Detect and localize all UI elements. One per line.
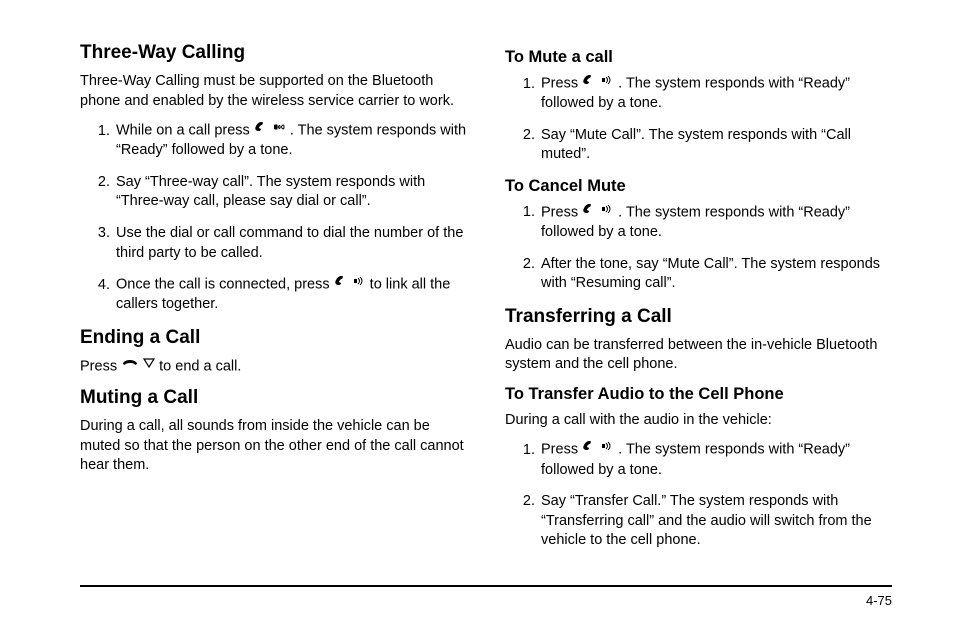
phone-icon — [582, 439, 596, 459]
voice-icon — [600, 439, 614, 459]
text: Once the call is connected, press — [116, 277, 334, 293]
page-content: Three-Way Calling Three-Way Calling must… — [0, 0, 954, 563]
down-triangle-icon — [143, 356, 155, 376]
mute-steps: Press . The system responds with “Ready”… — [505, 74, 892, 165]
text: Press — [80, 358, 121, 374]
cancel-mute-steps: Press . The system responds with “Ready”… — [505, 203, 892, 294]
list-item: Press . The system responds with “Ready”… — [539, 440, 892, 480]
right-column: To Mute a call Press . The system respon… — [505, 42, 892, 563]
list-item: Say “Three-way call”. The system respond… — [114, 173, 467, 212]
list-item: After the tone, say “Mute Call”. The sys… — [539, 255, 892, 294]
page-footer: 4-75 — [80, 585, 892, 608]
heading-cancel-mute: To Cancel Mute — [505, 177, 892, 196]
paragraph: During a call with the audio in the vehi… — [505, 411, 892, 431]
voice-icon — [600, 73, 614, 93]
voice-icon — [272, 120, 286, 140]
heading-muting-call: Muting a Call — [80, 387, 467, 409]
paragraph: Press to end a call. — [80, 357, 467, 377]
transfer-steps: Press . The system responds with “Ready”… — [505, 440, 892, 550]
voice-icon — [352, 274, 366, 294]
text: Press — [541, 76, 582, 92]
text: to end a call. — [155, 358, 241, 374]
left-column: Three-Way Calling Three-Way Calling must… — [80, 42, 467, 563]
paragraph: Audio can be transferred between the in-… — [505, 336, 892, 375]
paragraph: Three-Way Calling must be supported on t… — [80, 72, 467, 111]
text: Press — [541, 204, 582, 220]
text: While on a call press — [116, 123, 254, 139]
list-item: Say “Transfer Call.” The system responds… — [539, 492, 892, 551]
heading-ending-call: Ending a Call — [80, 327, 467, 349]
voice-icon — [600, 202, 614, 222]
heading-three-way-calling: Three-Way Calling — [80, 42, 467, 64]
phone-icon — [582, 73, 596, 93]
hangup-icon — [121, 356, 139, 376]
list-item: Say “Mute Call”. The system responds wit… — [539, 126, 892, 165]
list-item: Once the call is connected, press to lin… — [114, 275, 467, 315]
list-item: Press . The system responds with “Ready”… — [539, 203, 892, 243]
page-number: 4-75 — [866, 593, 892, 608]
phone-icon — [334, 274, 348, 294]
list-item: While on a call press . The system respo… — [114, 121, 467, 161]
heading-transfer-to-cell: To Transfer Audio to the Cell Phone — [505, 385, 892, 404]
heading-to-mute: To Mute a call — [505, 48, 892, 67]
paragraph: During a call, all sounds from inside th… — [80, 417, 467, 476]
heading-transferring-call: Transferring a Call — [505, 306, 892, 328]
phone-icon — [254, 120, 268, 140]
list-item: Use the dial or call command to dial the… — [114, 224, 467, 263]
text: Press — [541, 442, 582, 458]
three-way-steps: While on a call press . The system respo… — [80, 121, 467, 315]
list-item: Press . The system responds with “Ready”… — [539, 74, 892, 114]
phone-icon — [582, 202, 596, 222]
